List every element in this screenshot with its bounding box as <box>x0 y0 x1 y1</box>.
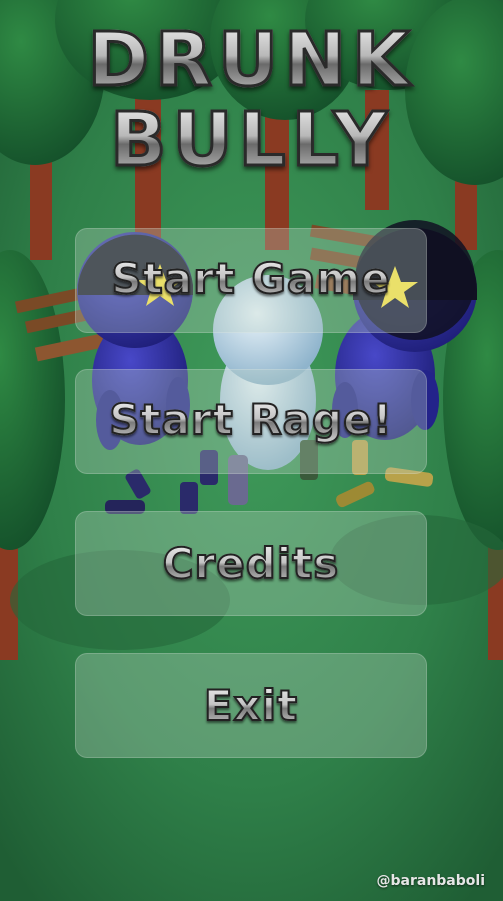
start-rage-button[interactable]: Start Rage! <box>75 369 427 474</box>
exit-button[interactable]: Exit <box>75 653 427 758</box>
start-game-button[interactable]: Start Game <box>75 228 427 333</box>
author-watermark: @baranbaboli <box>376 873 486 889</box>
game-main-menu: DRUNK BULLY Start Game Start Rage! Credi… <box>0 0 503 901</box>
exit-label: Exit <box>203 680 299 731</box>
credits-label: Credits <box>162 538 340 589</box>
start-game-label: Start Game <box>110 253 391 304</box>
game-title-line-1: DRUNK <box>0 17 503 104</box>
game-title-line-2: BULLY <box>0 97 503 184</box>
credits-button[interactable]: Credits <box>75 511 427 616</box>
start-rage-label: Start Rage! <box>108 394 393 445</box>
